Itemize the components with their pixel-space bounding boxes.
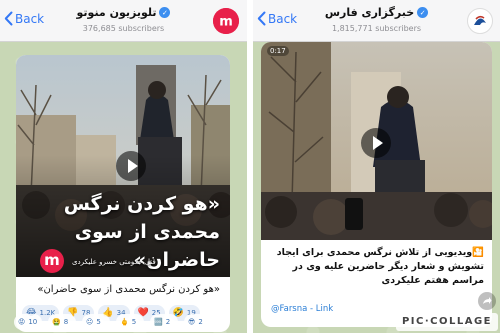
channel-signature-link[interactable]: @Farsna - Link [271,304,333,314]
cool-badge-icon: 🆒 [154,318,163,326]
channel-header: Back خبرگزاری فارس ✓ 1,815,771 subscribe… [253,0,500,42]
chat-area: 0:17 🎦ویدیویی از تلاش نرگس محمدی برای ای… [253,42,500,333]
verified-icon: ✓ [417,7,429,18]
manoto-logo-icon: m [213,8,239,34]
subscriber-count: 376,685 subscribers [82,24,165,33]
middle-finger-icon: 🖕 [120,318,129,326]
message-bubble[interactable]: 0:17 🎦ویدیویی از تلاش نرگس محمدی برای ای… [261,42,492,327]
svg-text:m: m [219,15,233,30]
subscriber-count: 1,815,771 subscribers [331,24,422,33]
reactions-bar-row2: 😡 10 🤮 8 😐 5 🖕 5 🆒 2 😎 2 [14,314,234,330]
vomit-emoji-icon: 🤮 [52,318,61,326]
fars-logo-icon [469,10,491,32]
video-duration: 0:17 [267,46,289,56]
channel-name: تلویزیون منوتو [76,6,157,19]
play-button[interactable] [361,128,391,158]
collage-watermark: PIC·COLLAGE [395,313,498,331]
sunglasses-emoji-icon: 😎 [188,318,196,326]
video-credit: قتل حکومتی خسرو علیکردی [72,258,156,266]
logo-badge: m [40,249,64,273]
neutral-emoji-icon: 😐 [86,318,94,326]
share-icon[interactable] [478,292,496,310]
channel-avatar[interactable]: m [213,8,239,34]
reaction-chip[interactable]: 🤮 8 [48,314,76,330]
message-caption: «هو کردن نرگس محمدی از سوی حاضران» [37,284,220,295]
channel-header: Back تلویزیون منوتو ✓ 376,685 subscriber… [0,0,247,42]
channel-name: خبرگزاری فارس [324,6,415,19]
channel-title[interactable]: تلویزیون منوتو ✓ [0,6,247,19]
verified-icon: ✓ [159,7,171,18]
chat-area: «هو کردن نرگس محمدی از سوی حاضران» m قتل… [0,42,247,333]
reaction-chip[interactable]: 😐 5 [82,314,110,330]
reaction-chip[interactable]: 😡 10 [14,314,42,330]
angry-emoji-icon: 😡 [18,318,26,326]
left-screenshot: Back تلویزیون منوتو ✓ 376,685 subscriber… [0,0,247,333]
right-screenshot: Back خبرگزاری فارس ✓ 1,815,771 subscribe… [253,0,500,333]
channel-avatar[interactable] [467,8,493,34]
reaction-chip[interactable]: 🆒 2 [150,314,178,330]
video-thumbnail[interactable]: «هو کردن نرگس محمدی از سوی حاضران» m قتل… [16,55,230,277]
channel-title[interactable]: خبرگزاری فارس ✓ [253,6,500,19]
message-bubble[interactable]: «هو کردن نرگس محمدی از سوی حاضران» m قتل… [16,55,230,332]
reaction-chip[interactable]: 😎 2 [184,314,212,330]
reaction-chip[interactable]: 🖕 5 [116,314,144,330]
message-text: 🎦ویدیویی از تلاش نرگس محمدی برای ایجاد ت… [276,247,484,286]
video-thumbnail[interactable]: 0:17 [261,42,492,240]
play-button[interactable] [116,151,146,181]
